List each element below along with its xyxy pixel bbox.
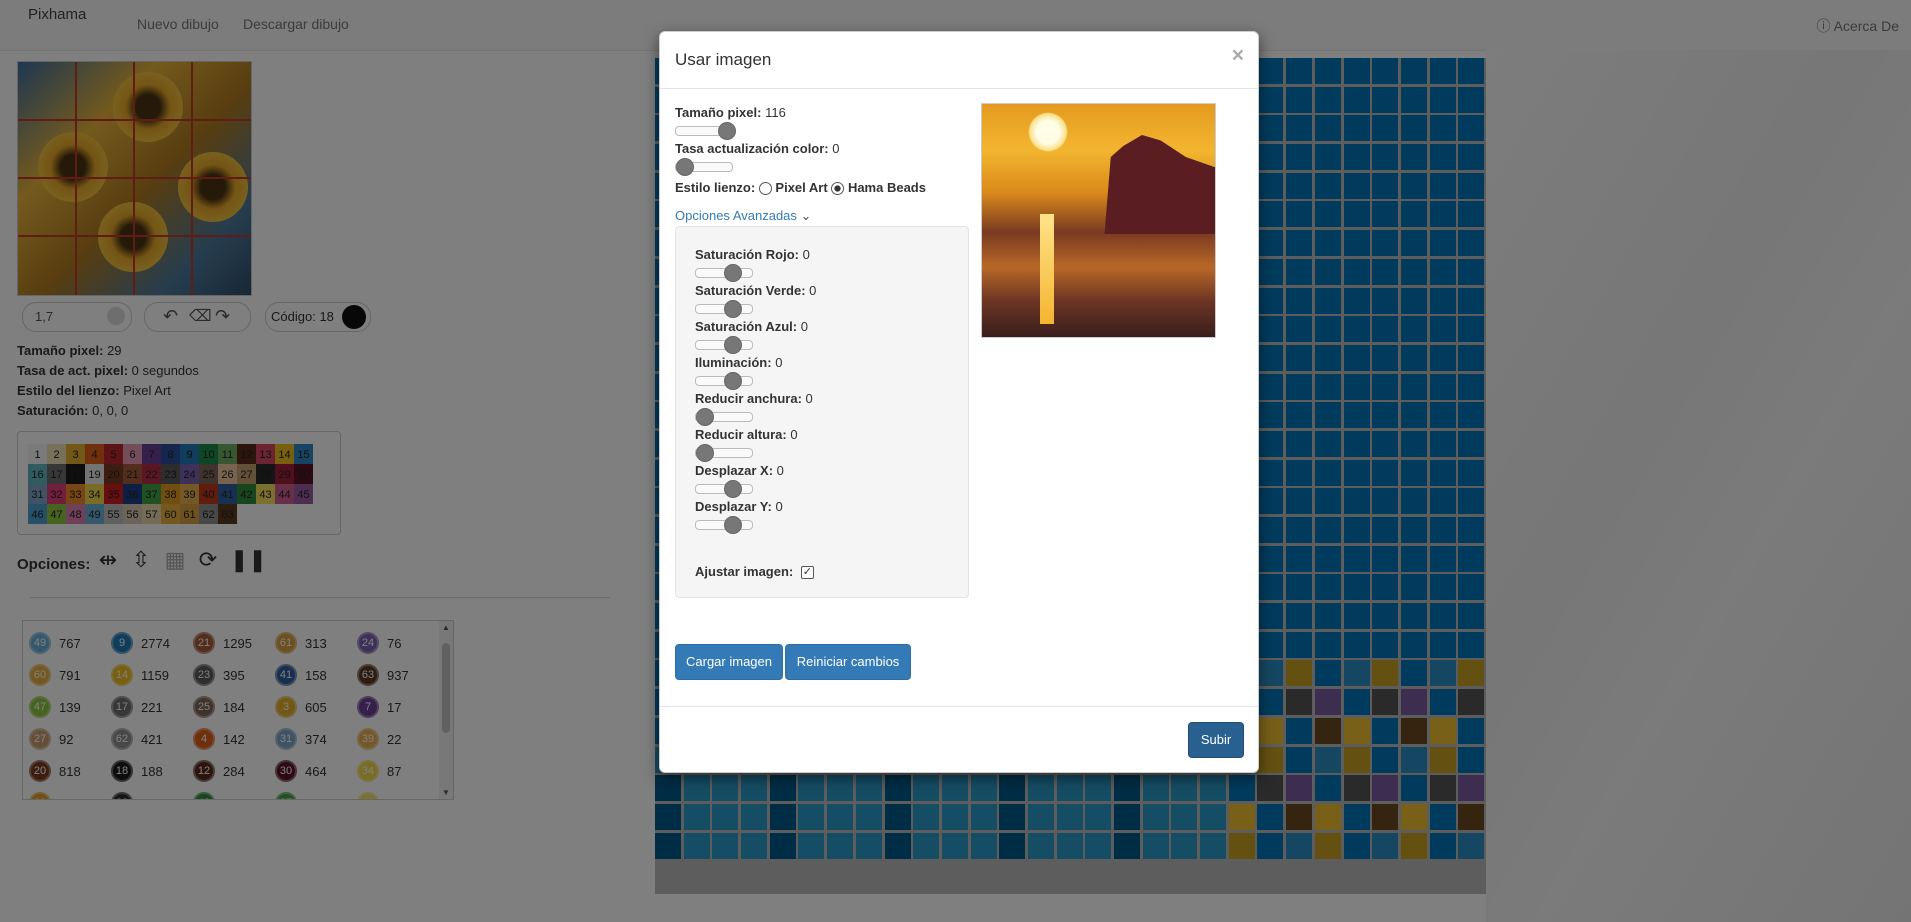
field-value: 116 [765,105,786,120]
advanced-options-label: Opciones Avanzadas [675,208,797,223]
slider-knob[interactable] [724,336,742,354]
advanced-options-panel: Ajustar imagen: ✓ Saturación Rojo: 0 Satu… [675,226,969,598]
preview-shape [1028,112,1068,152]
field-value: 0 [802,247,810,262]
advanced-field: Iluminación: 0 [695,355,782,370]
field-label: Saturación Verde: [695,283,806,298]
reset-changes-button[interactable]: Reiniciar cambios [785,644,911,680]
field-label: Desplazar Y: [695,499,772,514]
slider-knob[interactable] [724,264,742,282]
color-rate-slider[interactable] [675,158,733,176]
field-label: Reducir anchura: [695,391,802,406]
slider-knob[interactable] [696,408,714,426]
field-value: 0 [832,141,840,156]
chevron-down-icon: ⌄ [800,208,812,223]
field-label: Tasa actualización color: [675,141,829,156]
radio-pixel-art-label: Pixel Art [775,180,828,195]
slider-knob[interactable] [724,372,742,390]
advanced-slider[interactable] [695,372,753,390]
field-value: 0 [800,319,808,334]
slider-knob[interactable] [696,444,714,462]
field-value: 0 [775,499,783,514]
advanced-slider[interactable] [695,480,753,498]
field-label: Tamaño pixel: [675,105,762,120]
advanced-slider[interactable] [695,444,753,462]
radio-pixel-art[interactable] [758,182,772,196]
slider-knob[interactable] [724,516,742,534]
submit-button[interactable]: Subir [1188,722,1244,758]
field-value: 0 [805,391,813,406]
pixel-size-field: Tamaño pixel: 116 [675,105,786,120]
fit-image-field: Ajustar imagen: ✓ [695,564,814,580]
slider-knob[interactable] [718,122,736,140]
advanced-field: Saturación Azul: 0 [695,319,808,334]
radio-hama-beads[interactable] [831,182,845,196]
image-preview [981,103,1216,338]
advanced-field: Saturación Verde: 0 [695,283,816,298]
slider-knob[interactable] [676,158,694,176]
color-rate-field: Tasa actualización color: 0 [675,141,840,156]
modal-title: Usar imagen [675,50,772,69]
advanced-field: Reducir altura: 0 [695,427,798,442]
field-value: 0 [776,463,784,478]
field-value: 0 [775,355,783,370]
field-value: 0 [790,427,798,442]
pixel-size-slider[interactable] [675,122,736,140]
advanced-slider[interactable] [695,336,753,354]
load-image-button[interactable]: Cargar imagen [675,644,783,680]
field-label: Saturación Azul: [695,319,798,334]
field-value: 0 [809,283,817,298]
field-label: Ajustar imagen: [695,564,794,579]
field-label: Iluminación: [695,355,772,370]
advanced-slider[interactable] [695,408,753,426]
field-label: Reducir altura: [695,427,787,442]
radio-hama-beads-label: Hama Beads [847,180,926,195]
canvas-style-field: Estilo lienzo: Pixel Art Hama Beads [675,180,926,196]
advanced-slider[interactable] [695,516,753,534]
preview-shape [1040,214,1054,324]
fit-image-checkbox[interactable]: ✓ [800,566,814,580]
use-image-modal: Usar imagen × Tamaño pixel: 116 Tasa act… [659,31,1259,773]
advanced-options-link[interactable]: Opciones Avanzadas ⌄ [675,208,811,224]
advanced-field: Desplazar X: 0 [695,463,784,478]
advanced-field: Saturación Rojo: 0 [695,247,810,262]
advanced-slider[interactable] [695,264,753,282]
field-label: Estilo lienzo: [675,180,756,195]
slider-knob[interactable] [724,300,742,318]
preview-shape [1104,135,1215,234]
field-label: Saturación Rojo: [695,247,800,262]
advanced-field: Desplazar Y: 0 [695,499,783,514]
advanced-field: Reducir anchura: 0 [695,391,813,406]
slider-knob[interactable] [724,480,742,498]
modal-header: Usar imagen × [660,32,1258,89]
advanced-slider[interactable] [695,300,753,318]
modal-footer-divider [660,706,1258,707]
close-icon[interactable]: × [1232,44,1244,68]
field-label: Desplazar X: [695,463,774,478]
